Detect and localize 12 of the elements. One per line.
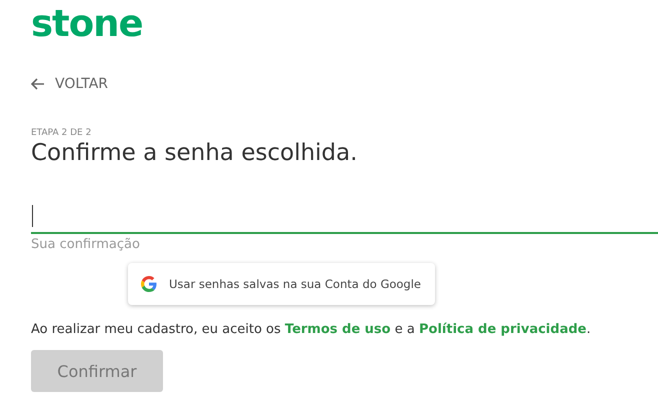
terms-text: Ao realizar meu cadastro, eu aceito os Termos de uso e a Política de privacidade. (31, 322, 591, 337)
back-link[interactable]: VOLTAR (31, 76, 108, 92)
terms-link[interactable]: Termos de uso (284, 322, 391, 337)
text-cursor (32, 205, 33, 227)
back-arrow-icon (31, 78, 45, 90)
step-label: ETAPA 2 DE 2 (31, 128, 92, 138)
autofill-popup[interactable]: Usar senhas salvas na sua Conta do Google (128, 263, 435, 305)
google-icon (141, 276, 157, 292)
field-hint: Sua confirmação (31, 237, 140, 252)
page-title: Confirme a senha escolhida. (31, 140, 358, 166)
terms-link[interactable]: Política de privacidade (418, 322, 586, 337)
logo: stone (31, 4, 143, 44)
